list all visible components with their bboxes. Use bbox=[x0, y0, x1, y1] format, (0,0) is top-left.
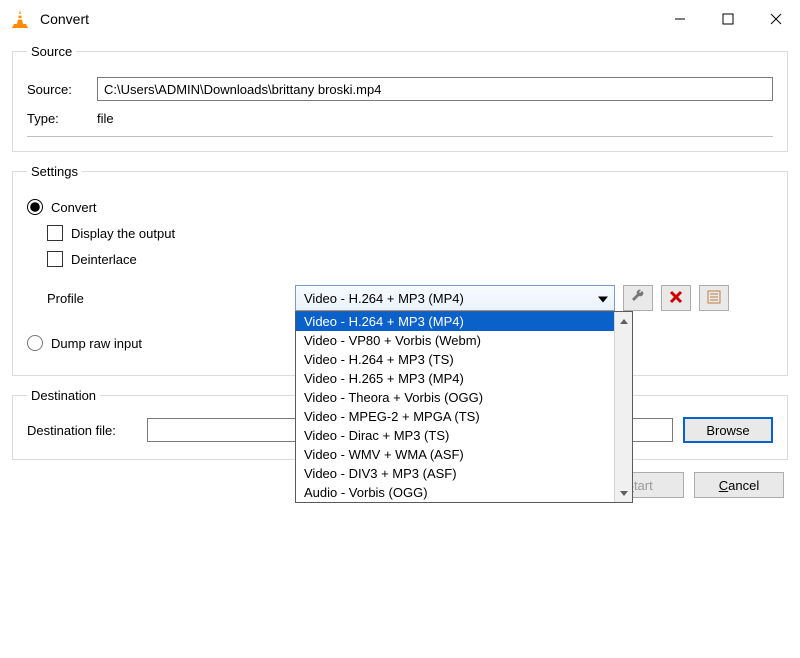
deinterlace-checkbox[interactable] bbox=[47, 251, 63, 267]
new-profile-icon bbox=[706, 289, 722, 308]
browse-button[interactable]: Browse bbox=[683, 417, 773, 443]
minimize-button[interactable] bbox=[656, 0, 704, 38]
convert-radio-label: Convert bbox=[51, 200, 97, 215]
start-button-rest: tart bbox=[634, 478, 653, 493]
source-label: Source: bbox=[27, 82, 97, 97]
chevron-down-icon bbox=[598, 291, 608, 306]
profile-option[interactable]: Video - H.264 + MP3 (TS) bbox=[296, 350, 614, 369]
cancel-button[interactable]: Cancel bbox=[694, 472, 784, 498]
profile-option[interactable]: Video - WMV + WMA (ASF) bbox=[296, 445, 614, 464]
scroll-down-icon[interactable] bbox=[615, 484, 632, 502]
delete-x-icon bbox=[669, 290, 683, 307]
profile-option[interactable]: Video - Theora + Vorbis (OGG) bbox=[296, 388, 614, 407]
profile-option[interactable]: Video - H.265 + MP3 (MP4) bbox=[296, 369, 614, 388]
destination-file-label: Destination file: bbox=[27, 423, 147, 438]
scroll-up-icon[interactable] bbox=[615, 312, 632, 330]
profile-dropdown: Video - H.264 + MP3 (MP4) Video - VP80 +… bbox=[295, 311, 633, 503]
profile-option[interactable]: Audio - Vorbis (OGG) bbox=[296, 483, 614, 502]
profile-option-list: Video - H.264 + MP3 (MP4) Video - VP80 +… bbox=[296, 312, 614, 502]
profile-option[interactable]: Video - DIV3 + MP3 (ASF) bbox=[296, 464, 614, 483]
window-title: Convert bbox=[40, 11, 656, 27]
source-divider bbox=[27, 136, 773, 137]
vlc-cone-icon bbox=[10, 9, 30, 29]
profile-combobox[interactable]: Video - H.264 + MP3 (MP4) bbox=[295, 285, 615, 311]
delete-profile-button[interactable] bbox=[661, 285, 691, 311]
dump-raw-label: Dump raw input bbox=[51, 336, 142, 351]
display-output-checkbox[interactable] bbox=[47, 225, 63, 241]
profile-option[interactable]: Video - VP80 + Vorbis (Webm) bbox=[296, 331, 614, 350]
dump-raw-radio[interactable] bbox=[27, 335, 43, 351]
display-output-label: Display the output bbox=[71, 226, 175, 241]
profile-option[interactable]: Video - MPEG-2 + MPGA (TS) bbox=[296, 407, 614, 426]
settings-legend: Settings bbox=[27, 164, 82, 179]
source-path-input[interactable] bbox=[97, 77, 773, 101]
close-button[interactable] bbox=[752, 0, 800, 38]
maximize-button[interactable] bbox=[704, 0, 752, 38]
settings-group: Settings Convert Display the output Dein… bbox=[12, 164, 788, 376]
profile-selected-text: Video - H.264 + MP3 (MP4) bbox=[304, 291, 464, 306]
type-value: file bbox=[97, 109, 114, 128]
source-legend: Source bbox=[27, 44, 76, 59]
edit-profile-button[interactable] bbox=[623, 285, 653, 311]
new-profile-button[interactable] bbox=[699, 285, 729, 311]
type-label: Type: bbox=[27, 111, 97, 126]
wrench-icon bbox=[630, 289, 646, 308]
deinterlace-label: Deinterlace bbox=[71, 252, 137, 267]
profile-option[interactable]: Video - Dirac + MP3 (TS) bbox=[296, 426, 614, 445]
profile-label: Profile bbox=[47, 291, 295, 306]
convert-radio[interactable] bbox=[27, 199, 43, 215]
profile-option[interactable]: Video - H.264 + MP3 (MP4) bbox=[296, 312, 614, 331]
dropdown-scrollbar[interactable] bbox=[614, 312, 632, 502]
source-group: Source Source: Type: file bbox=[12, 44, 788, 152]
cancel-button-rest: ancel bbox=[728, 478, 759, 493]
title-bar: Convert bbox=[0, 0, 800, 38]
destination-legend: Destination bbox=[27, 388, 100, 403]
